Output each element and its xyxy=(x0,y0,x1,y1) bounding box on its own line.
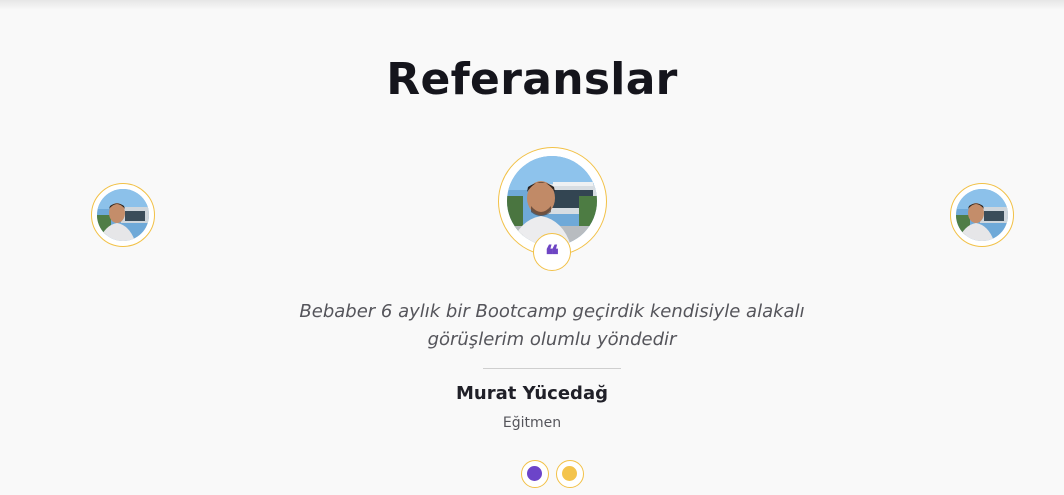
divider xyxy=(483,368,621,369)
section-title: Referanslar xyxy=(386,54,678,105)
avatar-photo xyxy=(97,189,149,241)
pagination-dot-fill xyxy=(562,466,577,481)
pagination-dot-2[interactable] xyxy=(556,460,584,488)
pagination-dot-1[interactable] xyxy=(521,460,549,488)
author-role: Eğitmen xyxy=(502,415,562,431)
header-shadow xyxy=(0,0,1064,10)
avatar-photo xyxy=(956,189,1008,241)
pagination-dot-fill xyxy=(527,466,542,481)
author-name: Murat Yücedağ xyxy=(456,383,608,404)
testimonial-quote: Bebaber 6 aylık bir Bootcamp geçirdik ke… xyxy=(282,298,822,354)
quote-line-1: Bebaber 6 aylık bir Bootcamp geçirdik ke… xyxy=(299,301,805,322)
quote-line-2: görüşlerim olumlu yöndedir xyxy=(427,329,677,350)
quote-icon: ❝ xyxy=(533,233,571,271)
testimonial-avatar-prev[interactable] xyxy=(91,183,155,247)
quote-glyph: ❝ xyxy=(545,241,559,271)
testimonial-avatar-next[interactable] xyxy=(950,183,1014,247)
